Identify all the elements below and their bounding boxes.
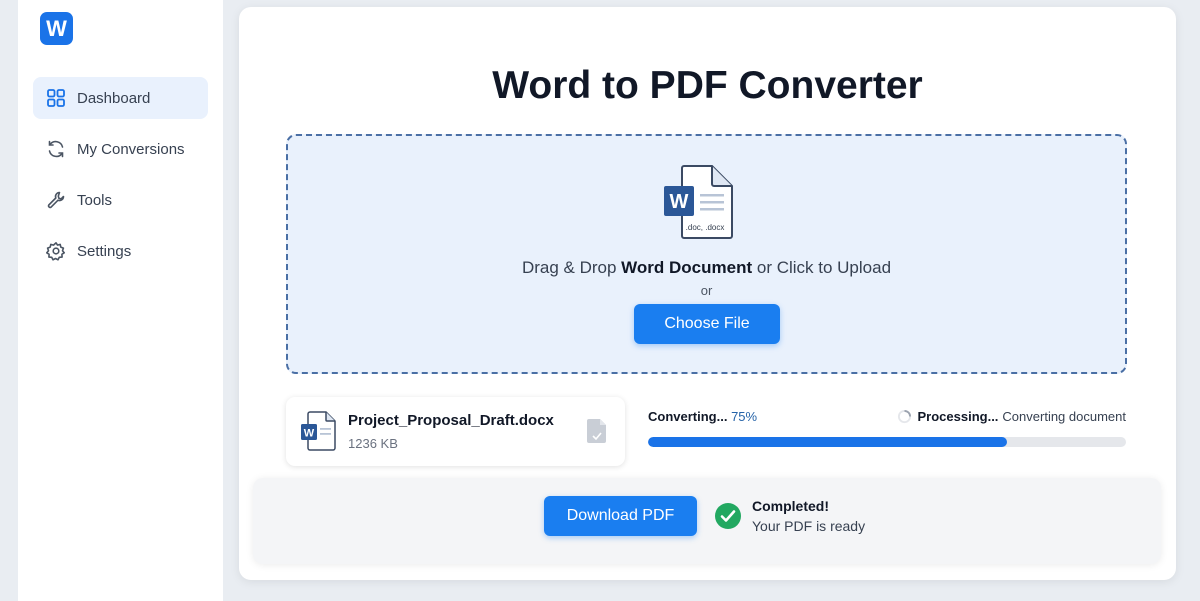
instruction-bold: Word Document [621, 258, 753, 277]
sidebar-item-settings[interactable]: Settings [33, 230, 208, 272]
sidebar-item-label: Tools [77, 191, 113, 209]
sidebar-item-label: Dashboard [77, 89, 151, 107]
app-logo[interactable]: W [40, 12, 73, 45]
processing-detail: Converting document [1002, 409, 1126, 424]
word-file-icon: W [301, 411, 336, 451]
sidebar: W Dashboard My Conversions Tools Setting… [18, 0, 223, 601]
processing-status: Processing... Converting document [897, 409, 1126, 424]
file-card: W Project_Proposal_Draft.docx 1236 KB [286, 397, 625, 466]
progress-percent: 75% [731, 409, 758, 424]
dropzone-instruction: Drag & Drop Word Document or Click to Up… [288, 258, 1125, 278]
file-icon-letter: W [304, 428, 315, 440]
grid-icon [45, 87, 67, 109]
upload-dropzone[interactable]: W .doc, .docx Drag & Drop Word Document … [286, 134, 1127, 374]
refresh-icon [45, 138, 67, 160]
file-document-icon[interactable] [586, 418, 608, 444]
converter-card: Word to PDF Converter W .doc, .docx Drag… [239, 7, 1176, 580]
logo-letter: W [46, 15, 67, 41]
word-document-icon: W .doc, .docx [664, 165, 733, 239]
progress-fill [648, 437, 1007, 447]
or-separator: or [700, 283, 713, 298]
file-size: 1236 KB [348, 436, 398, 451]
file-name: Project_Proposal_Draft.docx [348, 412, 554, 429]
instruction-suffix: or Click to Upload [752, 258, 892, 277]
doc-icon-caption: .doc, .docx [686, 223, 725, 232]
sidebar-item-label: My Conversions [77, 140, 185, 158]
status-subtitle: Your PDF is ready [752, 518, 866, 534]
result-bar: Download PDF Completed! Your PDF is read… [253, 478, 1161, 564]
sidebar-item-label: Settings [77, 242, 132, 260]
progress-bar [648, 437, 1126, 447]
sidebar-item-dashboard[interactable]: Dashboard [33, 77, 208, 119]
page-title: Word to PDF Converter [492, 64, 923, 107]
choose-file-button[interactable]: Choose File [634, 304, 780, 344]
processing-label: Processing... [917, 409, 999, 424]
spinner-icon [897, 409, 911, 424]
doc-icon-letter: W [670, 191, 689, 213]
gear-icon [45, 240, 67, 262]
wrench-icon [45, 189, 67, 211]
check-circle-icon [715, 503, 741, 529]
status-title: Completed! [752, 498, 829, 514]
download-pdf-button[interactable]: Download PDF [544, 496, 697, 536]
instruction-prefix: Drag & Drop [521, 258, 622, 277]
sidebar-item-my-conversions[interactable]: My Conversions [33, 128, 208, 170]
progress-label: Converting... 75% [648, 409, 757, 424]
progress-text: Converting... [648, 409, 728, 424]
sidebar-item-tools[interactable]: Tools [33, 179, 208, 221]
